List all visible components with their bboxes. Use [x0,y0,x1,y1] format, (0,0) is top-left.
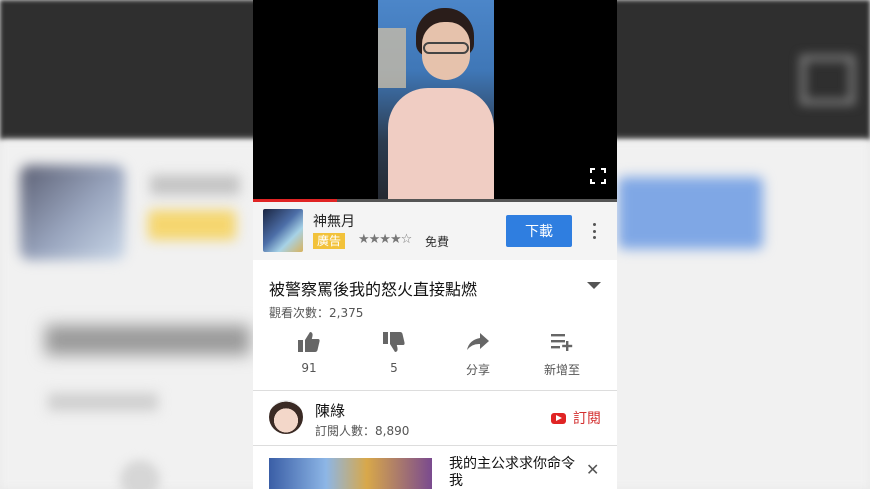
youtube-icon [551,412,566,424]
background-subtext [48,393,158,411]
background-badge [148,210,236,240]
video-shelf [378,28,406,88]
divider [253,390,617,391]
background-fullscreen-icon [800,55,855,105]
subscribe-button[interactable]: 訂閱 [551,408,601,428]
share-label: 分享 [465,363,490,377]
ad-badge: 廣告 [313,233,346,249]
ad-price: 免費 [425,235,450,249]
channel-name[interactable]: 陳綠 [315,400,345,421]
expand-description-icon[interactable] [587,282,601,289]
download-button[interactable]: 下載 [506,215,572,247]
ad-app-name: 神無月 [313,214,355,230]
thumbs-up-icon [296,330,322,354]
video-frame [378,0,494,202]
next-video-thumbnail[interactable] [269,458,432,489]
like-button[interactable]: 91 [274,330,344,380]
video-actions: 91 5 分享 新增至 [253,330,617,385]
ad-banner[interactable]: 神無月 廣告 ★★★★☆ 免費 下載 [253,202,617,260]
next-video-title[interactable]: 我的主公求求你命令我 [449,456,579,489]
thumbs-down-icon [381,330,407,354]
background-ad-thumb [20,165,125,260]
background-text [150,175,240,195]
more-options-icon[interactable] [587,220,601,242]
add-to-playlist-button[interactable]: 新增至 [527,330,597,380]
share-button[interactable]: 分享 [443,330,513,380]
channel-avatar[interactable] [269,400,303,434]
close-icon[interactable]: ✕ [586,460,599,479]
subscribe-label: 訂閱 [573,411,601,427]
like-count: 91 [301,361,317,375]
dislike-count: 5 [390,361,398,375]
ad-rating-stars: ★★★★☆ [358,232,412,247]
dislike-button[interactable]: 5 [359,330,429,380]
divider [253,445,617,446]
add-to-label: 新增至 [543,363,580,377]
video-person-body [388,88,494,202]
video-player[interactable] [253,0,617,202]
background-button [618,177,763,249]
ad-app-icon [263,209,303,252]
video-person-glasses [423,42,469,54]
video-title: 被警察罵後我的怒火直接點燃 [269,280,478,299]
share-icon [465,330,491,354]
subscriber-count: 訂閱人數：8,890 [315,424,410,438]
view-count: 觀看次數：2,375 [269,306,364,320]
fullscreen-icon[interactable] [590,168,606,184]
phone-screen: 神無月 廣告 ★★★★☆ 免費 下載 被警察罵後我的怒火直接點燃 觀看次數：2,… [253,0,617,489]
playlist-add-icon [549,330,575,354]
background-title [45,325,250,355]
